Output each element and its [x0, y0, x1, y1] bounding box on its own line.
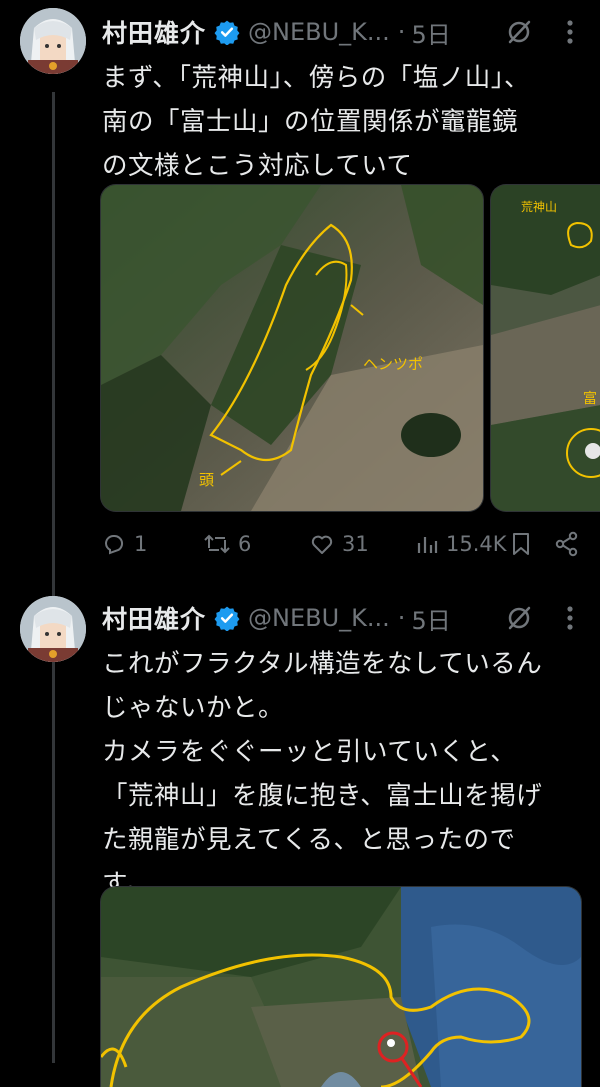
reply-count: 1	[134, 532, 148, 556]
timestamp[interactable]: 5日	[411, 601, 450, 636]
share-icon	[555, 531, 578, 557]
like-count: 31	[342, 532, 369, 556]
author-name[interactable]: 村田雄介	[102, 14, 206, 50]
author-handle[interactable]: @NEBU_K...	[248, 604, 390, 632]
views-icon	[417, 537, 438, 553]
tweet-2[interactable]: 村田雄介 @NEBU_K... · 5日 これがフラクタル構造をなしているん じ…	[0, 590, 600, 1087]
reply-button[interactable]: 1	[102, 524, 147, 564]
verified-badge-icon	[214, 605, 240, 631]
tweet-image-map-1[interactable]: ヘンツポ 頭	[100, 184, 484, 512]
map-annotation-kojinyama: 荒神山	[521, 200, 557, 214]
repost-button[interactable]: 6	[204, 524, 251, 564]
tweet-1[interactable]: 村田雄介 @NEBU_K... · 5日 まず、「荒神山」、傍らの「塩ノ山」、 …	[0, 0, 600, 590]
tweet-header: 村田雄介 @NEBU_K... · 5日	[102, 598, 451, 638]
author-name[interactable]: 村田雄介	[102, 600, 206, 636]
tweet-actions: 1 6 31 15.4K	[102, 524, 582, 564]
tweet-text: まず、「荒神山」、傍らの「塩ノ山」、 南の「富士山」の位置関係が竈龍鏡 の文様と…	[102, 63, 530, 181]
author-handle[interactable]: @NEBU_K...	[248, 18, 390, 46]
bookmark-icon	[513, 533, 529, 555]
repost-count: 6	[238, 532, 252, 556]
more-vertical-icon[interactable]	[558, 16, 582, 48]
tweet-image-map-2[interactable]: 荒神山 富	[490, 184, 600, 512]
tweet-header: 村田雄介 @NEBU_K... · 5日	[102, 12, 451, 52]
view-count: 15.4K	[446, 532, 507, 556]
tweet-text: これがフラクタル構造をなしているん じゃないかと。 カメラをぐぐーッと引いていく…	[102, 649, 543, 899]
map-annotation-head: 頭	[199, 471, 214, 489]
map-annotation-fuji: 富	[583, 390, 597, 407]
views-button[interactable]: 15.4K	[416, 524, 507, 564]
tweet-image-map-3[interactable]	[100, 886, 582, 1087]
map-annotation-tail: ヘンツポ	[363, 355, 423, 373]
timestamp[interactable]: 5日	[411, 15, 450, 50]
avatar[interactable]	[20, 596, 86, 662]
repost-icon	[204, 534, 230, 554]
grok-slash-icon[interactable]	[504, 17, 534, 47]
reply-icon	[104, 534, 124, 555]
more-vertical-icon[interactable]	[558, 602, 582, 634]
share-button[interactable]	[554, 524, 588, 564]
like-button[interactable]: 31	[310, 524, 369, 564]
verified-badge-icon	[214, 19, 240, 45]
like-icon	[311, 535, 333, 554]
bookmark-button[interactable]	[510, 524, 540, 564]
grok-slash-icon[interactable]	[504, 603, 534, 633]
avatar[interactable]	[20, 8, 86, 74]
separator-dot: ·	[397, 604, 406, 632]
separator-dot: ·	[397, 18, 406, 46]
